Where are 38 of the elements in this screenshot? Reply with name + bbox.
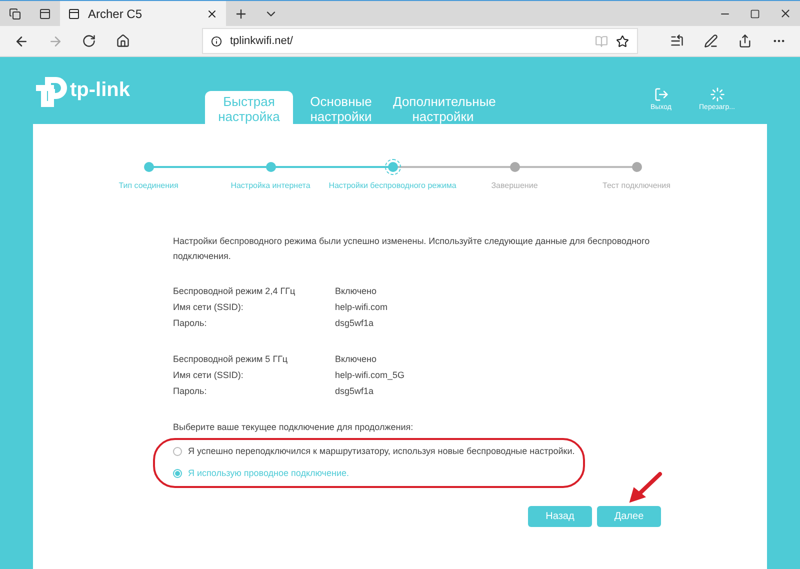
page-icon <box>68 8 80 20</box>
field-label: Беспроводной режим 5 ГГц <box>173 354 289 364</box>
annotation-arrow <box>628 471 664 505</box>
step-label: Настройки беспроводного режима <box>328 181 456 190</box>
field-value: Включено <box>335 286 378 296</box>
step-label: Настройка интернета <box>230 181 310 190</box>
field-value: help-wifi.com <box>335 302 389 312</box>
field-value: help-wifi.com_5G <box>335 370 406 380</box>
close-icon[interactable] <box>206 8 218 20</box>
radio-icon[interactable] <box>173 468 182 478</box>
step-label: Завершение <box>491 181 538 190</box>
next-button[interactable]: Далее <box>597 506 661 527</box>
radio-option[interactable]: Я использую проводное подключение. <box>173 468 653 478</box>
field-value: dsg5wf1a <box>335 318 375 328</box>
back-button[interactable]: Назад <box>528 506 592 527</box>
field-label: Пароль: <box>173 318 208 328</box>
tp-link-logo: tp-link <box>32 72 130 108</box>
star-icon[interactable] <box>616 34 629 48</box>
step-label: Тип соединения <box>118 181 178 190</box>
nav-tab[interactable]: Дополнительные настройки <box>389 91 497 124</box>
prompt-text: Выберите ваше текущее подключение для продолжения: <box>173 422 414 432</box>
field-label: Имя сети (SSID): <box>173 302 244 312</box>
field-value: Включено <box>335 354 378 364</box>
success-message: Настройки беспроводного режима были успешно изменены. Используйте следующие данные для беспроводного подключения. <box>173 235 651 263</box>
radio-icon[interactable] <box>173 446 182 456</box>
browser-tab[interactable]: Archer C5 <box>60 1 226 26</box>
field-label: Имя сети (SSID): <box>173 370 244 380</box>
info-icon <box>211 36 222 46</box>
nav-tab[interactable]: Основные настройки <box>297 91 385 124</box>
reboot-icon <box>710 87 724 102</box>
field-label: Пароль: <box>173 386 208 396</box>
logout-icon <box>654 87 668 102</box>
step-label: Тест подключения <box>602 181 670 190</box>
field-value: dsg5wf1a <box>335 386 375 396</box>
radio-option[interactable]: Я успешно переподключился к маршрутизатору, используя новые беспроводные настройки. <box>173 446 653 456</box>
field-label: Беспроводной режим 2,4 ГГц <box>173 286 296 296</box>
nav-tab[interactable]: Быстрая настройка <box>205 91 293 124</box>
address-bar[interactable]: tplinkwifi.net/ <box>202 28 638 54</box>
